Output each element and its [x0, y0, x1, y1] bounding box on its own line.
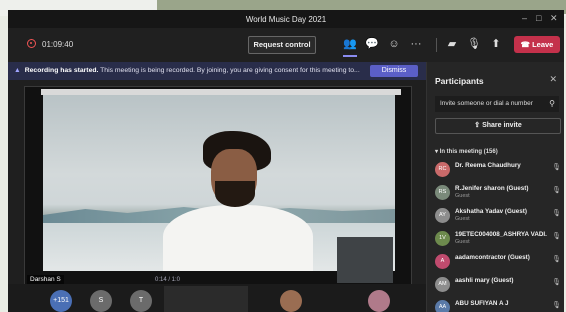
banner-bold-text: Recording has started. — [24, 67, 99, 74]
banner-text: This meeting is being recorded. By joini… — [98, 67, 360, 74]
participants-panel: Participants ✕ Invite someone or dial a … — [426, 62, 564, 312]
recording-banner: ▲ Recording has started. This meeting is … — [8, 62, 426, 80]
maximize-icon[interactable]: □ — [536, 13, 541, 23]
singer-shirt — [163, 205, 313, 271]
participant-photo-avatar[interactable] — [280, 290, 302, 312]
shared-screen-stage: Darshan S 0:14 / 1:0 — [24, 86, 412, 286]
participant-name: aadamcontractor (Guest) — [455, 254, 530, 261]
participant-avatar: AM — [435, 277, 450, 292]
participant-photo-avatar[interactable] — [368, 290, 390, 312]
mic-off-icon: 🎙 — [552, 233, 561, 240]
mic-off-icon: 🎙 — [552, 302, 561, 309]
mic-off-icon: 🎙 — [552, 187, 561, 194]
participant-row[interactable]: 1V 19ETEC004008_ASHRYA VADI... Guest 🎙 — [435, 229, 563, 252]
recording-indicator-icon — [27, 39, 36, 48]
close-icon[interactable]: ✕ — [549, 74, 557, 85]
participant-row[interactable]: AY Akshatha Yadav (Guest) Guest 🎙 — [435, 206, 563, 229]
invite-placeholder: Invite someone or dial a number — [440, 100, 533, 107]
share-tray-icon[interactable]: ⬆ — [488, 35, 504, 53]
participant-name: Akshatha Yadav (Guest) — [455, 208, 527, 215]
participant-avatar[interactable]: T — [130, 290, 152, 312]
presenter-name-chip: Darshan S — [27, 275, 64, 284]
participant-name: ABU SUFIYAN A J — [455, 300, 509, 307]
mic-off-icon: 🎙 — [552, 210, 561, 217]
more-icon[interactable]: ··· — [408, 35, 424, 53]
search-icon: ⚲ — [549, 99, 555, 108]
panel-title: Participants — [435, 76, 484, 86]
chat-icon[interactable]: 💬 — [364, 35, 380, 53]
mic-off-icon: 🎙 — [552, 279, 561, 286]
phone-icon: ☎ — [520, 40, 530, 49]
overflow-participants-badge[interactable]: +151 — [50, 290, 72, 312]
reactions-icon[interactable]: ☺ — [386, 35, 402, 53]
participant-avatar: 1V — [435, 231, 450, 246]
playbar-time: 0:14 / 1:0 — [155, 277, 181, 283]
meeting-timer: 01:09:40 — [42, 40, 74, 49]
participants-icon[interactable]: 👥 — [342, 35, 358, 57]
participant-row[interactable]: AA ABU SUFIYAN A J 🎙 — [435, 298, 563, 312]
toolbar-divider — [436, 38, 437, 52]
participant-row[interactable]: RS R.Jenifer sharon (Guest) Guest 🎙 — [435, 183, 563, 206]
chevron-down-icon: ▾ — [435, 149, 439, 155]
camera-off-icon[interactable]: ▰ — [444, 35, 460, 53]
close-window-icon[interactable]: ✕ — [550, 13, 558, 24]
meeting-toolbar: 01:09:40 Request control 👥 💬 ☺ ··· ▰ 🎙 ⬆… — [8, 28, 564, 62]
participant-avatar: RC — [435, 162, 450, 177]
participant-name: 19ETEC004008_ASHRYA VADI... — [455, 231, 547, 238]
participant-video-tile[interactable] — [164, 286, 248, 312]
leave-button[interactable]: ☎ Leave — [514, 36, 560, 53]
participants-list: RC Dr. Reema Chaudhury 🎙 RS R.Jenifer sharon… — [435, 160, 563, 312]
mic-off-icon[interactable]: 🎙 — [466, 35, 482, 53]
participant-row[interactable]: AM aashli mary (Guest) 🎙 — [435, 275, 563, 298]
invite-input[interactable]: Invite someone or dial a number ⚲ — [435, 96, 559, 112]
self-view-tile[interactable] — [337, 237, 393, 283]
mic-off-icon: 🎙 — [552, 164, 561, 171]
share-invite-label: Share invite — [482, 122, 522, 129]
title-bar: World Music Day 2021 – □ ✕ — [8, 10, 564, 28]
singer-beard — [215, 181, 255, 207]
participant-role: Guest — [455, 193, 470, 199]
presenter-name: Darshan S — [30, 276, 61, 283]
participant-avatar: RS — [435, 185, 450, 200]
in-meeting-count: In this meeting (156) — [439, 149, 498, 155]
share-invite-button[interactable]: ⇪ Share invite — [435, 118, 561, 134]
participant-strip: +151 S T — [8, 284, 426, 312]
participant-avatar: AA — [435, 300, 450, 312]
request-control-button[interactable]: Request control — [248, 36, 316, 54]
participant-avatar: AY — [435, 208, 450, 223]
in-meeting-section-header[interactable]: ▾ In this meeting (156) — [435, 148, 498, 155]
participant-role: Guest — [455, 216, 470, 222]
participant-name: aashli mary (Guest) — [455, 277, 514, 284]
participant-role: Guest — [455, 239, 470, 245]
participant-avatar: A — [435, 254, 450, 269]
teams-meeting-window: World Music Day 2021 – □ ✕ 01:09:40 Requ… — [8, 10, 564, 312]
dismiss-button[interactable]: Dismiss — [370, 65, 418, 77]
minimize-icon[interactable]: – — [522, 13, 527, 23]
warning-icon: ▲ — [14, 67, 21, 74]
window-title: World Music Day 2021 — [245, 15, 327, 24]
mic-off-icon: 🎙 — [552, 256, 561, 263]
share-icon: ⇪ — [474, 122, 481, 129]
participant-avatar[interactable]: S — [90, 290, 112, 312]
participant-name: R.Jenifer sharon (Guest) — [455, 185, 529, 192]
participant-name: Dr. Reema Chaudhury — [455, 162, 521, 169]
participant-row[interactable]: Aaadamcontractor (Guest) 🎙 — [435, 252, 563, 275]
leave-label: Leave — [532, 40, 554, 49]
participant-row[interactable]: RC Dr. Reema Chaudhury 🎙 — [435, 160, 563, 183]
